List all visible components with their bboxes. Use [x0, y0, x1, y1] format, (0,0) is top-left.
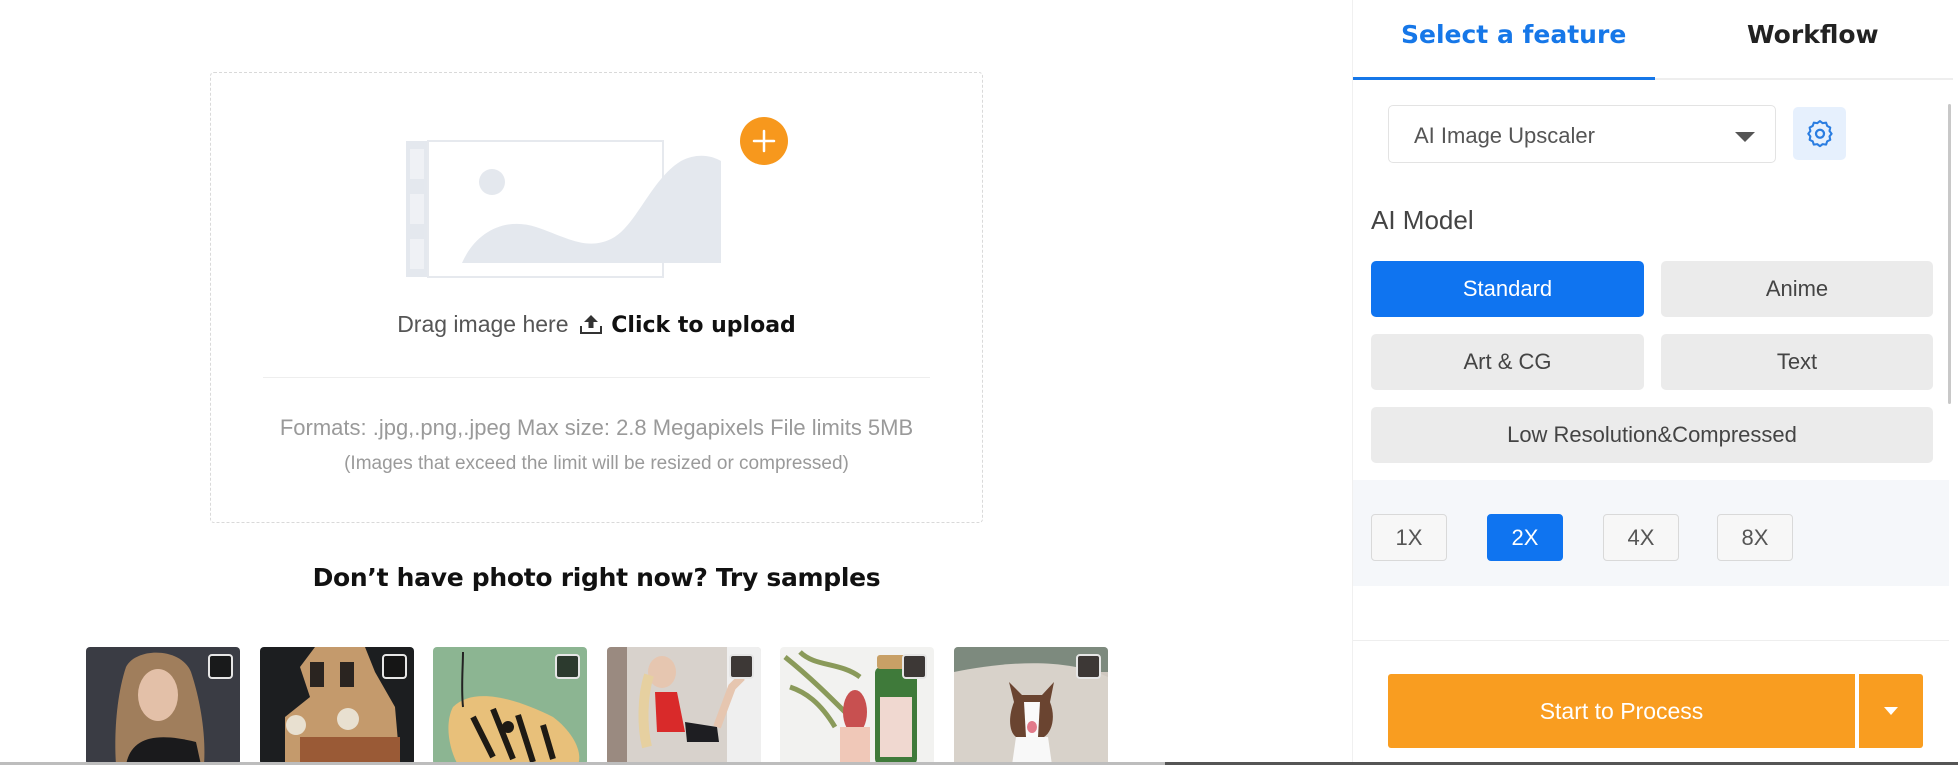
caret-down-icon [1884, 707, 1898, 715]
scale-4x-button[interactable]: 4X [1603, 514, 1679, 561]
tab-workflow[interactable]: Workflow [1747, 20, 1879, 49]
model-option-anime[interactable]: Anime [1661, 261, 1933, 317]
feature-select[interactable]: AI Image Upscaler [1388, 105, 1776, 163]
image-placeholder-icon [406, 140, 721, 278]
start-options-dropdown[interactable] [1859, 674, 1923, 748]
sample-checkbox[interactable] [1076, 654, 1101, 679]
sample-checkbox[interactable] [382, 654, 407, 679]
model-option-text[interactable]: Text [1661, 334, 1933, 390]
horizontal-scrollbar[interactable] [1165, 762, 1958, 765]
sample-checkbox[interactable] [729, 654, 754, 679]
divider [1353, 640, 1949, 641]
sample-checkbox[interactable] [208, 654, 233, 679]
sample-thumbnail-product[interactable] [780, 647, 934, 765]
upload-dropzone[interactable]: Drag image here Click to upload Formats:… [210, 72, 983, 523]
settings-panel: Select a feature Workflow AI Image Upsca… [1352, 0, 1958, 762]
chevron-down-icon [1735, 132, 1755, 142]
drag-text: Drag image here [397, 311, 569, 337]
formats-info: Formats: .jpg,.png,.jpeg Max size: 2.8 M… [279, 415, 914, 440]
add-image-icon[interactable] [740, 117, 788, 165]
sample-thumbnail-clock-tower[interactable] [260, 647, 414, 765]
sample-thumbnail-butterfly[interactable] [433, 647, 587, 765]
model-option-standard[interactable]: Standard [1371, 261, 1644, 317]
sample-checkbox[interactable] [555, 654, 580, 679]
scale-2x-button[interactable]: 2X [1487, 514, 1563, 561]
sample-checkbox[interactable] [902, 654, 927, 679]
scale-8x-button[interactable]: 8X [1717, 514, 1793, 561]
model-option-low-resolution[interactable]: Low Resolution&Compressed [1371, 407, 1933, 463]
tab-select-feature[interactable]: Select a feature [1401, 20, 1626, 49]
settings-button[interactable] [1793, 107, 1846, 160]
start-process-button[interactable]: Start to Process [1388, 674, 1855, 748]
gear-icon [1806, 119, 1833, 147]
upload-instruction: Drag image here Click to upload [211, 311, 982, 341]
samples-title: Don’t have photo right now? Try samples [312, 563, 881, 592]
ai-model-label: AI Model [1371, 205, 1474, 235]
divider [263, 377, 930, 378]
scale-options: 1X 2X 4X 8X [1353, 480, 1949, 586]
sample-thumbnail-portrait[interactable] [86, 647, 240, 765]
sample-thumbnail-fitness[interactable] [607, 647, 761, 765]
click-to-upload-link[interactable]: Click to upload [611, 313, 796, 338]
formats-note: (Images that exceed the limit will be re… [344, 453, 849, 474]
upload-icon [579, 313, 603, 341]
feature-select-value: AI Image Upscaler [1414, 123, 1595, 148]
panel-scrollbar[interactable] [1948, 104, 1951, 404]
sample-thumbnail-dog[interactable] [954, 647, 1108, 765]
model-option-art-cg[interactable]: Art & CG [1371, 334, 1644, 390]
active-tab-indicator [1353, 77, 1655, 80]
scale-1x-button[interactable]: 1X [1371, 514, 1447, 561]
